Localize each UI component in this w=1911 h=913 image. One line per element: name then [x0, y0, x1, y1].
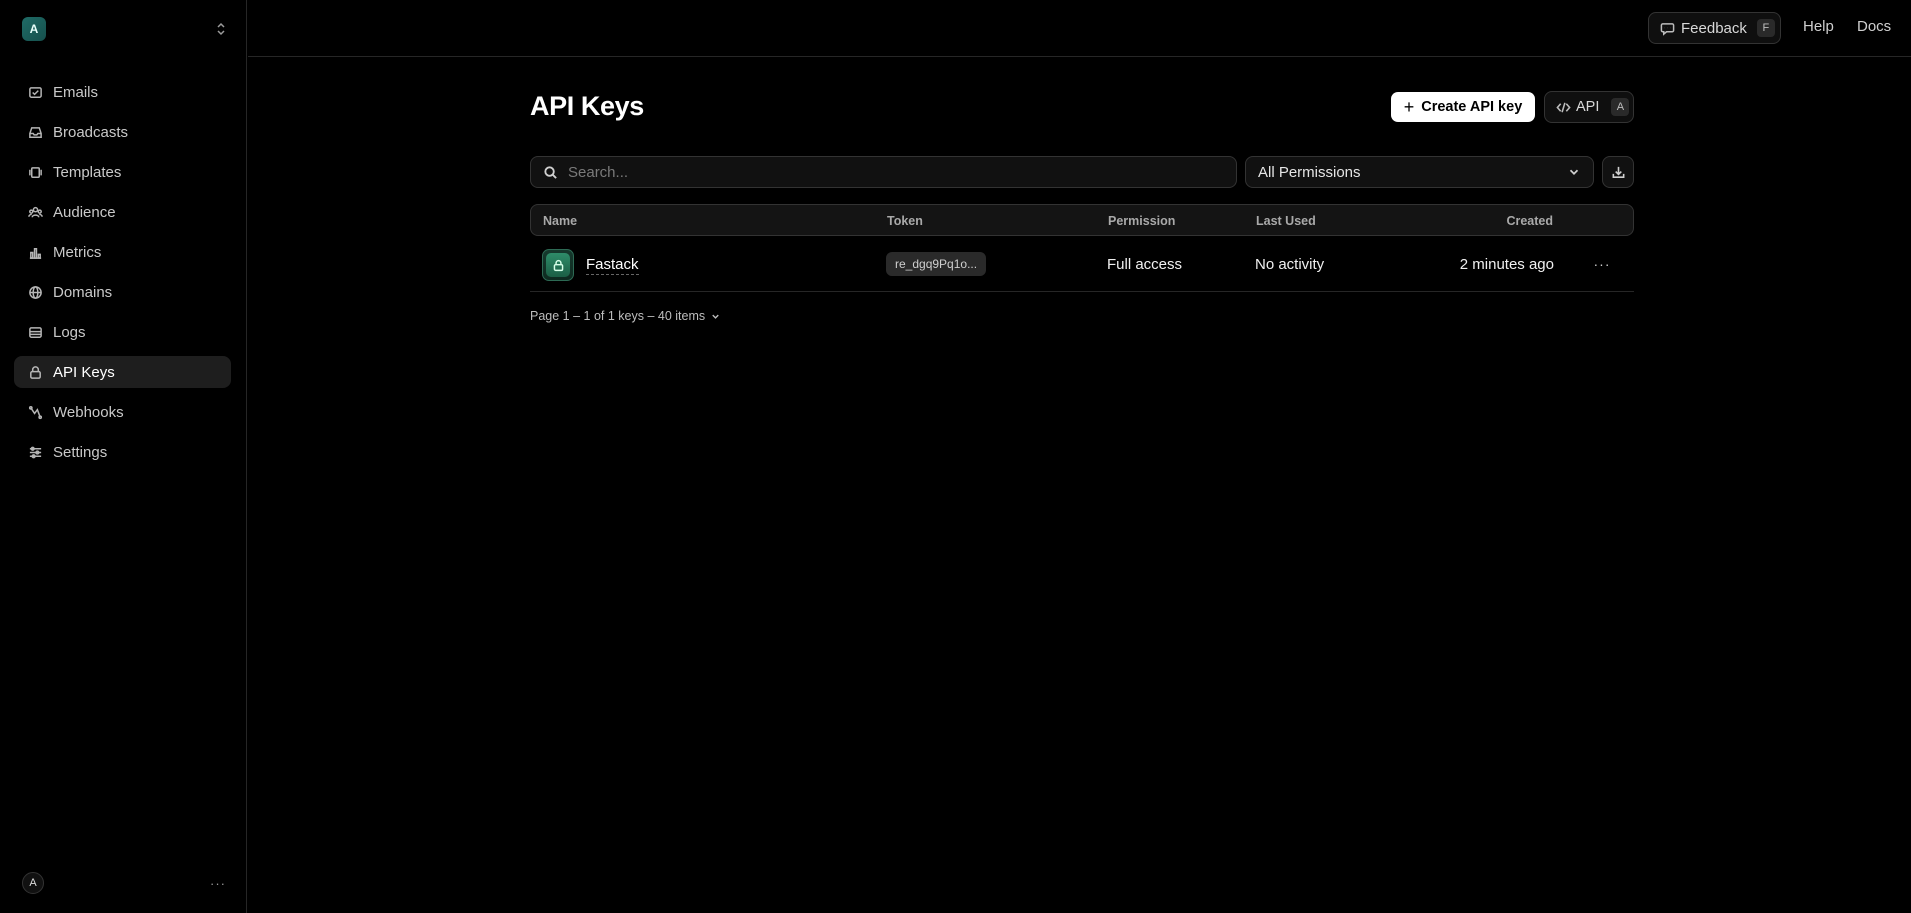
api-shortcut: A: [1611, 98, 1630, 116]
feedback-shortcut: F: [1756, 19, 1775, 37]
search-input[interactable]: [568, 163, 1208, 181]
user-avatar[interactable]: A: [22, 872, 44, 894]
chevron-down-icon: [712, 314, 719, 319]
pagination-selector[interactable]: Page 1 – 1 of 1 keys – 40 items: [530, 309, 721, 323]
column-header-permission[interactable]: Permission: [1108, 214, 1175, 228]
sidebar-item-label: Metrics: [53, 243, 102, 261]
sidebar-nav: Emails Broadcasts Templates Audience Met…: [14, 76, 231, 476]
webhook-icon: [27, 404, 43, 420]
api-key-last-used: No activity: [1255, 256, 1325, 273]
table-header: Name Token Permission Last Used Created: [530, 204, 1634, 236]
create-api-key-button[interactable]: + Create API key: [1391, 92, 1535, 122]
api-key-name[interactable]: Fastack: [586, 256, 639, 275]
globe-icon: [27, 284, 43, 300]
plus-icon: +: [1403, 97, 1415, 117]
sidebar-item-webhooks[interactable]: Webhooks: [14, 396, 231, 428]
template-icon: [27, 164, 43, 180]
team-avatar: A: [22, 17, 46, 41]
column-header-name[interactable]: Name: [543, 214, 577, 228]
sidebar-item-label: Webhooks: [53, 403, 124, 421]
sidebar-item-label: Broadcasts: [53, 123, 129, 141]
key-badge: [542, 249, 574, 281]
create-api-key-label: Create API key: [1421, 99, 1523, 115]
permissions-select-value: All Permissions: [1258, 163, 1361, 181]
api-key-created: 2 minutes ago: [1459, 256, 1554, 273]
sidebar-item-label: Audience: [53, 203, 116, 221]
sliders-icon: [27, 444, 43, 460]
code-icon: [1556, 102, 1571, 112]
pagination-summary: Page 1 – 1 of 1 keys – 40 items: [530, 309, 706, 323]
sidebar-item-templates[interactable]: Templates: [14, 156, 231, 188]
sidebar-item-metrics[interactable]: Metrics: [14, 236, 231, 268]
sidebar-item-api-keys[interactable]: API Keys: [14, 356, 231, 388]
logs-icon: [27, 324, 43, 340]
api-key-permission: Full access: [1107, 256, 1183, 273]
sidebar-item-emails[interactable]: Emails: [14, 76, 231, 108]
column-header-last-used[interactable]: Last Used: [1256, 214, 1316, 228]
table-row[interactable]: Fastack re_dgq9Pq1o... Full access No ac…: [530, 240, 1634, 292]
bar-chart-icon: [27, 244, 43, 260]
column-header-token[interactable]: Token: [887, 214, 923, 228]
sidebar-item-label: Settings: [53, 443, 108, 461]
api-key-token[interactable]: re_dgq9Pq1o...: [886, 252, 987, 276]
page-title: API Keys: [530, 91, 644, 121]
docs-link[interactable]: Docs: [1857, 18, 1891, 35]
lock-icon: [27, 364, 43, 380]
sidebar-item-logs[interactable]: Logs: [14, 316, 231, 348]
permissions-select[interactable]: All Permissions: [1245, 156, 1594, 188]
api-label: API: [1576, 99, 1600, 115]
sidebar-item-settings[interactable]: Settings: [14, 436, 231, 468]
sidebar-item-label: Emails: [53, 83, 99, 101]
export-button[interactable]: [1602, 156, 1634, 188]
search-icon: [544, 165, 557, 179]
sidebar-item-label: Domains: [53, 283, 113, 301]
inbox-icon: [27, 124, 43, 140]
team-switcher[interactable]: A: [22, 17, 226, 41]
sidebar-item-broadcasts[interactable]: Broadcasts: [14, 116, 231, 148]
feedback-label: Feedback: [1681, 19, 1747, 37]
sidebar-item-audience[interactable]: Audience: [14, 196, 231, 228]
sidebar-item-domains[interactable]: Domains: [14, 276, 231, 308]
download-icon: [1612, 166, 1624, 178]
sidebar: A Emails Broadcasts Templates Audience M…: [0, 0, 247, 913]
chevron-up-down-icon: [216, 22, 226, 36]
sidebar-item-label: API Keys: [53, 363, 115, 381]
sidebar-item-label: Templates: [53, 163, 122, 181]
chevron-down-icon: [1569, 169, 1579, 175]
mail-icon: [27, 84, 43, 100]
topbar: Feedback F Help Docs: [248, 0, 1911, 57]
chat-bubble-icon: [1660, 22, 1675, 36]
sidebar-footer: A ···: [22, 872, 226, 894]
feedback-button[interactable]: Feedback F: [1648, 12, 1781, 44]
users-icon: [27, 204, 43, 220]
search-box: [530, 156, 1237, 188]
row-actions-button[interactable]: ···: [1590, 252, 1614, 276]
more-options-icon[interactable]: ···: [210, 876, 226, 891]
sidebar-item-label: Logs: [53, 323, 86, 341]
column-header-created[interactable]: Created: [1506, 214, 1553, 228]
lock-icon: [553, 259, 563, 271]
help-link[interactable]: Help: [1803, 18, 1834, 35]
api-button[interactable]: API A: [1544, 91, 1634, 123]
